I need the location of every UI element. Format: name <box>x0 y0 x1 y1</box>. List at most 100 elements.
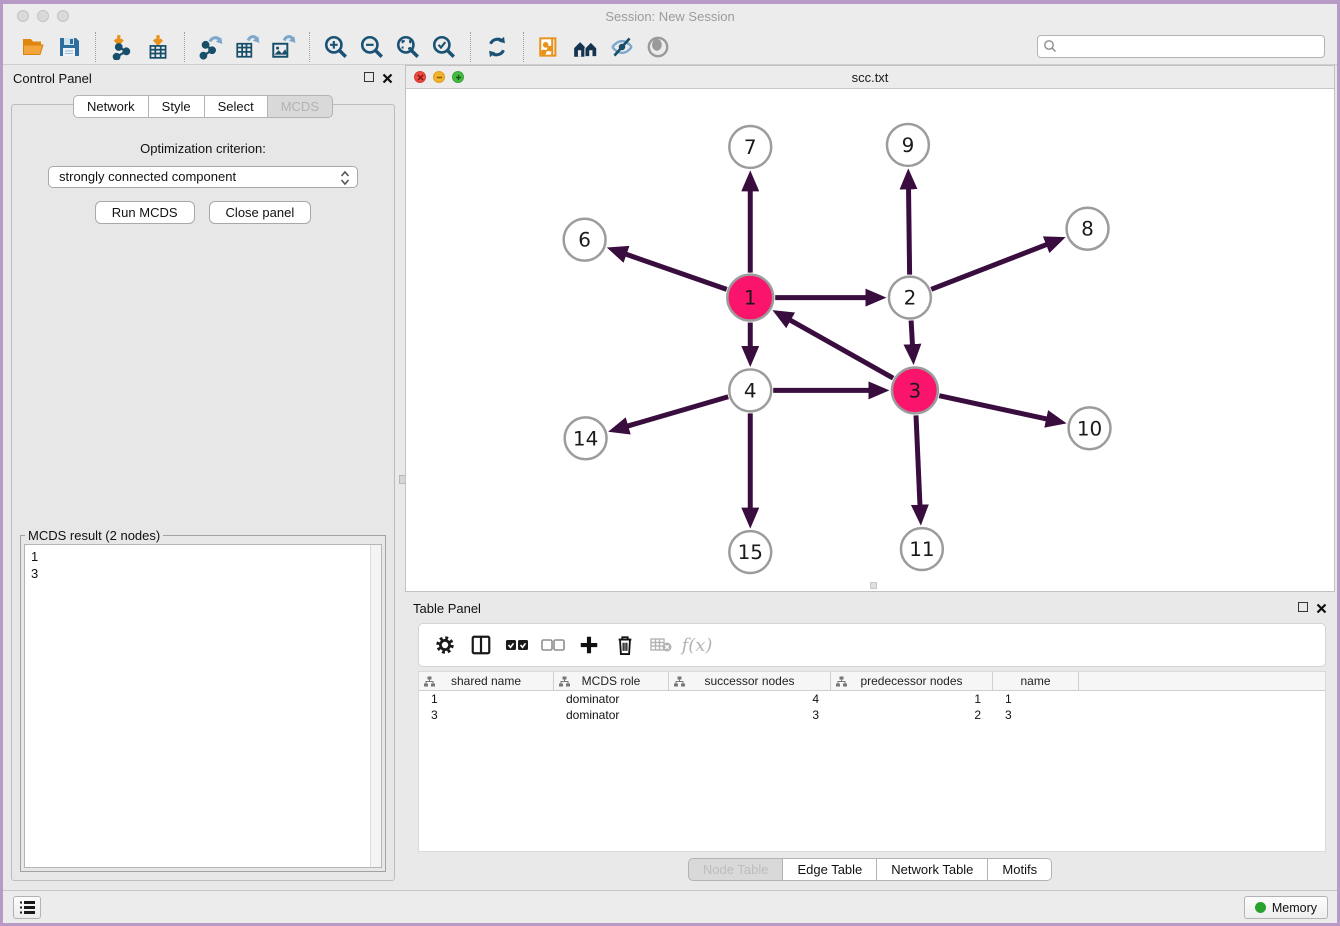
graph-edge-2-8[interactable] <box>931 244 1047 289</box>
table-header-row: shared name MCDS role successor nodes pr… <box>419 672 1325 691</box>
graph-node-label-15: 15 <box>738 540 763 564</box>
settings-gear-icon[interactable] <box>427 630 463 660</box>
criterion-dropdown[interactable]: strongly connected component <box>48 166 358 188</box>
tab-select[interactable]: Select <box>205 95 268 118</box>
show-task-history-button[interactable] <box>13 896 41 919</box>
export-image-icon[interactable] <box>268 33 298 61</box>
column-header-shared-name[interactable]: shared name <box>419 672 554 690</box>
unselect-all-columns-icon[interactable] <box>535 630 571 660</box>
optimization-criterion-label: Optimization criterion: <box>12 141 394 156</box>
refresh-icon[interactable] <box>482 33 512 61</box>
eye-icon[interactable] <box>643 33 673 61</box>
zoom-selected-icon[interactable] <box>429 33 459 61</box>
select-all-columns-icon[interactable] <box>499 630 535 660</box>
graph-edge-3-1[interactable] <box>789 320 893 378</box>
float-table-panel-icon[interactable] <box>1298 602 1308 612</box>
network-view-window: scc.txt 7968124314101511 <box>405 65 1335 592</box>
table-panel-tabs: Node Table Edge Table Network Table Moti… <box>405 858 1335 881</box>
close-panel-button[interactable]: Close panel <box>209 201 312 224</box>
zoom-fit-icon[interactable] <box>393 33 423 61</box>
mcds-result-line: 1 <box>31 548 375 565</box>
status-bar: Memory <box>3 890 1337 923</box>
mcds-result-textarea[interactable]: 1 3 <box>24 544 382 868</box>
tab-motifs[interactable]: Motifs <box>988 858 1052 881</box>
import-table-icon[interactable] <box>143 33 173 61</box>
result-scrollbar[interactable] <box>370 545 381 867</box>
chevron-up-down-icon <box>340 170 350 192</box>
window-title: Session: New Session <box>3 9 1337 24</box>
first-neighbors-icon[interactable] <box>571 33 601 61</box>
mcds-result-line: 3 <box>31 565 375 582</box>
toolbar-separator <box>470 32 471 62</box>
table-panel-header: Table Panel <box>405 595 1335 621</box>
control-panel: Control Panel Network Style Select MCDS … <box>5 65 401 885</box>
graph-node-label-7: 7 <box>744 135 757 159</box>
tab-edge-table[interactable]: Edge Table <box>783 858 877 881</box>
toolbar-separator <box>95 32 96 62</box>
export-network-icon[interactable] <box>196 33 226 61</box>
close-table-panel-icon[interactable] <box>1316 601 1327 612</box>
graph-edge-1-6[interactable] <box>625 254 727 290</box>
control-panel-header: Control Panel <box>5 65 401 91</box>
column-header-name[interactable]: name <box>993 672 1079 690</box>
close-panel-icon[interactable] <box>382 71 393 82</box>
tab-mcds[interactable]: MCDS <box>268 95 333 118</box>
save-session-icon[interactable] <box>54 33 84 61</box>
tab-network-table[interactable]: Network Table <box>877 858 988 881</box>
column-header-predecessor-nodes[interactable]: predecessor nodes <box>831 672 993 690</box>
function-builder-icon[interactable]: f(x) <box>679 630 715 660</box>
export-table-icon[interactable] <box>232 33 262 61</box>
delete-table-icon[interactable] <box>643 630 679 660</box>
search-input[interactable] <box>1037 35 1325 58</box>
graph-node-label-4: 4 <box>744 378 757 402</box>
memory-status-icon <box>1255 902 1266 913</box>
float-panel-icon[interactable] <box>364 72 374 82</box>
control-panel-tabs: Network Style Select MCDS <box>5 95 401 118</box>
add-column-icon[interactable] <box>571 630 607 660</box>
canvas-resize-handle[interactable] <box>870 582 877 589</box>
column-header-successor-nodes[interactable]: successor nodes <box>669 672 831 690</box>
graph-node-label-2: 2 <box>904 286 917 310</box>
window-titlebar: Session: New Session <box>3 4 1337 29</box>
zoom-in-icon[interactable] <box>321 33 351 61</box>
tab-node-table[interactable]: Node Table <box>688 858 784 881</box>
network-canvas[interactable]: 7968124314101511 <box>406 89 1334 591</box>
show-hide-graphics-details-icon[interactable] <box>607 33 637 61</box>
list-icon <box>19 900 36 915</box>
graph-edge-3-10[interactable] <box>939 396 1047 420</box>
workspace: Control Panel Network Style Select MCDS … <box>3 65 1337 890</box>
zoom-out-icon[interactable] <box>357 33 387 61</box>
search-icon <box>1043 39 1057 58</box>
main-toolbar <box>3 29 1337 65</box>
graph-edge-3-11[interactable] <box>916 415 920 506</box>
tab-style[interactable]: Style <box>149 95 205 118</box>
column-header-mcds-role[interactable]: MCDS role <box>554 672 669 690</box>
graph-edge-4-14[interactable] <box>627 397 728 427</box>
graph-node-label-6: 6 <box>578 228 591 252</box>
graph-node-label-14: 14 <box>573 426 598 450</box>
graph-edge-2-3[interactable] <box>911 321 912 346</box>
network-window-title: scc.txt <box>406 70 1334 85</box>
import-network-icon[interactable] <box>107 33 137 61</box>
graph-node-label-8: 8 <box>1081 217 1094 241</box>
table-panel-title: Table Panel <box>413 601 481 616</box>
toolbar-separator <box>523 32 524 62</box>
delete-column-icon[interactable] <box>607 630 643 660</box>
criterion-dropdown-value: strongly connected component <box>59 169 236 184</box>
control-panel-title: Control Panel <box>13 71 92 86</box>
toolbar-separator <box>309 32 310 62</box>
graph-node-label-3: 3 <box>909 378 922 402</box>
open-session-icon[interactable] <box>18 33 48 61</box>
graph-node-label-10: 10 <box>1077 416 1102 440</box>
tab-network[interactable]: Network <box>73 95 149 118</box>
run-mcds-button[interactable]: Run MCDS <box>95 201 195 224</box>
show-column-panel-icon[interactable] <box>463 630 499 660</box>
graph-edge-2-9[interactable] <box>909 188 910 275</box>
new-network-from-selection-icon[interactable] <box>535 33 565 61</box>
graph-node-label-11: 11 <box>909 537 934 561</box>
memory-button[interactable]: Memory <box>1244 896 1328 919</box>
table-row[interactable]: 3 dominator 3 2 3 <box>419 707 1325 723</box>
network-window-titlebar: scc.txt <box>406 66 1334 89</box>
table-row[interactable]: 1 dominator 4 1 1 <box>419 691 1325 707</box>
mcds-result-title: MCDS result (2 nodes) <box>25 528 163 543</box>
